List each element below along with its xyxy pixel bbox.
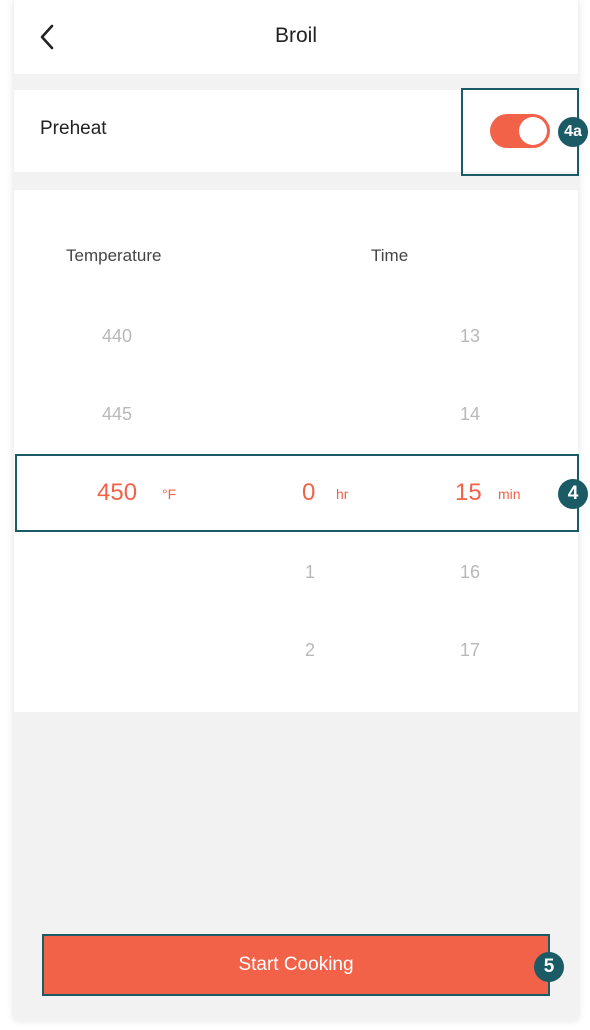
annotation-badge-4: 4 xyxy=(558,479,588,509)
page-title: Broil xyxy=(274,24,317,47)
minutes-option[interactable]: 17 xyxy=(460,640,480,661)
minutes-option[interactable]: 13 xyxy=(460,326,480,347)
time-column-label: Time xyxy=(371,246,409,265)
temperature-option[interactable]: 440 xyxy=(102,326,132,347)
annotation-box-picker xyxy=(15,454,579,532)
minutes-option[interactable]: 16 xyxy=(460,562,480,583)
start-cooking-button[interactable]: Start Cooking xyxy=(42,934,550,996)
hours-option[interactable]: 1 xyxy=(305,562,315,583)
temperature-column-label: Temperature xyxy=(66,246,162,265)
preheat-label: Preheat xyxy=(40,118,107,139)
minutes-option[interactable]: 14 xyxy=(460,404,480,425)
app-screen: Broil Preheat 4a Temperature Time 440 44… xyxy=(14,0,588,1020)
temperature-option[interactable]: 445 xyxy=(102,404,132,425)
header-bar: Broil xyxy=(14,0,578,74)
annotation-badge-4a: 4a xyxy=(558,117,588,147)
hours-option[interactable]: 2 xyxy=(305,640,315,661)
temperature-time-picker: Temperature Time 440 445 450 °F 0 hr 1 2… xyxy=(14,190,578,712)
annotation-badge-5: 5 xyxy=(534,952,564,982)
